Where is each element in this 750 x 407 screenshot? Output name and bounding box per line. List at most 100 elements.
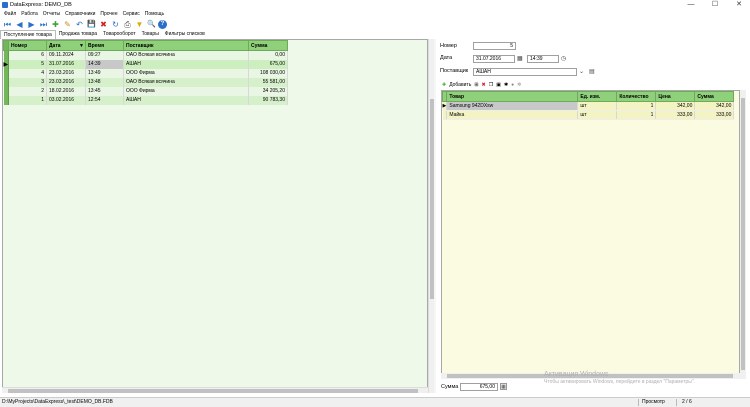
column-header-unit[interactable]: Ед. изм.: [577, 91, 618, 102]
cell-sum: 342,00: [694, 101, 735, 111]
next-record-icon[interactable]: ▶: [26, 19, 37, 30]
menu-reports[interactable]: Отчеты: [43, 10, 60, 18]
calculator-icon[interactable]: ▦: [500, 383, 507, 390]
cell-date: 23.03.2016: [46, 68, 86, 78]
help-icon[interactable]: ?: [158, 19, 167, 29]
time-field[interactable]: [527, 55, 559, 63]
undo-icon[interactable]: ↶: [74, 19, 85, 30]
menu-help[interactable]: Помощь: [145, 10, 164, 18]
column-header-number[interactable]: Номер: [8, 40, 47, 51]
cell-unit: шт: [577, 110, 618, 120]
table-row[interactable]: 1 03.02.2016 12:54 АШАН 90 783,30: [3, 95, 288, 105]
column-header-sum[interactable]: Сумма: [248, 40, 288, 51]
minimize-button[interactable]: —: [684, 1, 698, 9]
menu-work[interactable]: Работа: [21, 10, 38, 18]
paste-icon[interactable]: ▣: [496, 82, 501, 88]
tab-receipts[interactable]: Поступление товара: [0, 30, 56, 39]
prev-record-icon[interactable]: ◀: [14, 19, 25, 30]
date-field[interactable]: [473, 55, 515, 63]
receipts-horizontal-scrollbar[interactable]: [2, 387, 428, 393]
menu-service[interactable]: Сервис: [123, 10, 140, 18]
edit-icon[interactable]: ✎: [62, 19, 73, 30]
maximize-button[interactable]: ☐: [708, 1, 722, 9]
menu-other[interactable]: Прочее: [100, 10, 117, 18]
cell-number: 4: [8, 68, 47, 78]
tab-list-filters[interactable]: Фильтры списков: [162, 30, 208, 39]
menu-file[interactable]: Файл: [4, 10, 16, 18]
duplicate-icon[interactable]: ❐: [489, 82, 493, 88]
more-icon[interactable]: ●: [511, 82, 514, 88]
copy-icon[interactable]: ⊞: [474, 82, 478, 88]
activation-watermark-text: Чтобы активировать Windows, перейдите в …: [544, 379, 696, 385]
table-row[interactable]: 2 18.02.2016 13:45 ООО Фирма 34 205,20: [3, 86, 288, 96]
table-row[interactable]: 4 23.03.2016 13:49 ООО Фирма 108 030,00: [3, 68, 288, 78]
items-grid-panel: Товар Ед. изм. Количество Цена Сумма ▶ S…: [441, 90, 740, 379]
first-record-icon[interactable]: ⏮: [2, 19, 13, 30]
total-field[interactable]: [460, 383, 498, 391]
cell-supplier: ОАО Всякая всячина: [123, 77, 249, 87]
cell-date: 23.03.2016: [46, 77, 86, 87]
database-path: D:\MyProjects\DataExpress\_test\DEMO_DB.…: [2, 399, 113, 405]
column-header-time[interactable]: Время: [85, 40, 124, 51]
items-vertical-scrollbar[interactable]: [740, 90, 746, 379]
add-item-button[interactable]: Добавить: [449, 82, 471, 88]
search-icon[interactable]: 🔍: [146, 19, 157, 30]
close-button[interactable]: ✕: [732, 1, 746, 9]
settings-icon[interactable]: ✲: [517, 82, 521, 88]
tab-goods[interactable]: Товары: [139, 30, 162, 39]
column-header-supplier[interactable]: Поставщик: [123, 40, 249, 51]
cell-number: 5: [8, 59, 47, 69]
scrollbar-thumb[interactable]: [8, 389, 418, 393]
table-row[interactable]: 3 23.03.2016 13:48 ОАО Всякая всячина 55…: [3, 77, 288, 87]
cell-number: 1: [8, 95, 47, 105]
last-record-icon[interactable]: ⏭: [38, 19, 49, 30]
table-row[interactable]: ▶ 5 31.07.2016 14:39 АШАН 675,00: [3, 59, 288, 69]
column-header-quantity[interactable]: Количество: [616, 91, 657, 102]
calendar-icon[interactable]: ▦: [517, 55, 523, 63]
receipts-grid[interactable]: Номер Дата ▼ Время Поставщик Сумма 6 09.1…: [3, 40, 288, 105]
cell-sum: 333,00: [694, 110, 735, 120]
column-header-date[interactable]: Дата ▼: [46, 40, 86, 51]
receipts-grid-panel: Номер Дата ▼ Время Поставщик Сумма 6 09.1…: [2, 39, 428, 393]
cell-time: 13:45: [85, 86, 124, 96]
delete-item-icon[interactable]: ✖: [482, 82, 486, 88]
list-icon[interactable]: ▤: [589, 68, 595, 76]
supplier-label: Поставщик: [440, 68, 469, 74]
table-row[interactable]: ▶ Samsung 942DXsw шт 1 342,00 342,00: [442, 101, 735, 111]
save-icon[interactable]: 💾: [86, 19, 97, 30]
cell-date: 09.11.2024: [46, 50, 86, 60]
filter-icon[interactable]: ▼: [134, 19, 145, 30]
menu-references[interactable]: Справочники: [65, 10, 95, 18]
print-icon[interactable]: ⎙: [122, 19, 133, 30]
cell-date: 18.02.2016: [46, 86, 86, 96]
status-separator: [638, 399, 639, 406]
table-row[interactable]: Майка шт 1 333,00 333,00: [442, 110, 735, 120]
items-grid[interactable]: Товар Ед. изм. Количество Цена Сумма ▶ S…: [441, 91, 735, 120]
column-header-item[interactable]: Товар: [446, 91, 579, 102]
cell-price: 342,00: [655, 101, 696, 111]
tab-turnover[interactable]: Товарооборот: [100, 30, 139, 39]
delete-icon[interactable]: ✖: [98, 19, 109, 30]
gear-icon[interactable]: ✱: [504, 82, 508, 88]
cell-item: Samsung 942DXsw: [446, 101, 579, 111]
add-item-icon[interactable]: ✚: [442, 82, 446, 88]
column-header-price[interactable]: Цена: [655, 91, 696, 102]
cell-number: 3: [8, 77, 47, 87]
supplier-field[interactable]: [473, 68, 577, 76]
column-header-sum[interactable]: Сумма: [694, 91, 735, 102]
current-row-arrow-icon: ▶: [3, 61, 9, 68]
status-bar: D:\MyProjects\DataExpress\_test\DEMO_DB.…: [0, 397, 750, 407]
cell-time: 12:54: [85, 95, 124, 105]
table-row[interactable]: 6 09.11.2024 09:27 ОАО Всякая всячина 0,…: [3, 50, 288, 60]
status-separator: [676, 399, 677, 406]
scrollbar-thumb[interactable]: [741, 98, 745, 370]
number-field[interactable]: [473, 42, 516, 50]
cell-sum: 0,00: [248, 50, 288, 60]
cell-unit: шт: [577, 101, 618, 111]
tab-sales[interactable]: Продажа товара: [56, 30, 100, 39]
cell-quantity: 1: [616, 101, 657, 111]
refresh-icon[interactable]: ↻: [110, 19, 121, 30]
clock-icon[interactable]: ◷: [561, 55, 566, 63]
chevron-down-icon[interactable]: ⌄: [579, 68, 584, 76]
add-icon[interactable]: ✚: [50, 19, 61, 30]
